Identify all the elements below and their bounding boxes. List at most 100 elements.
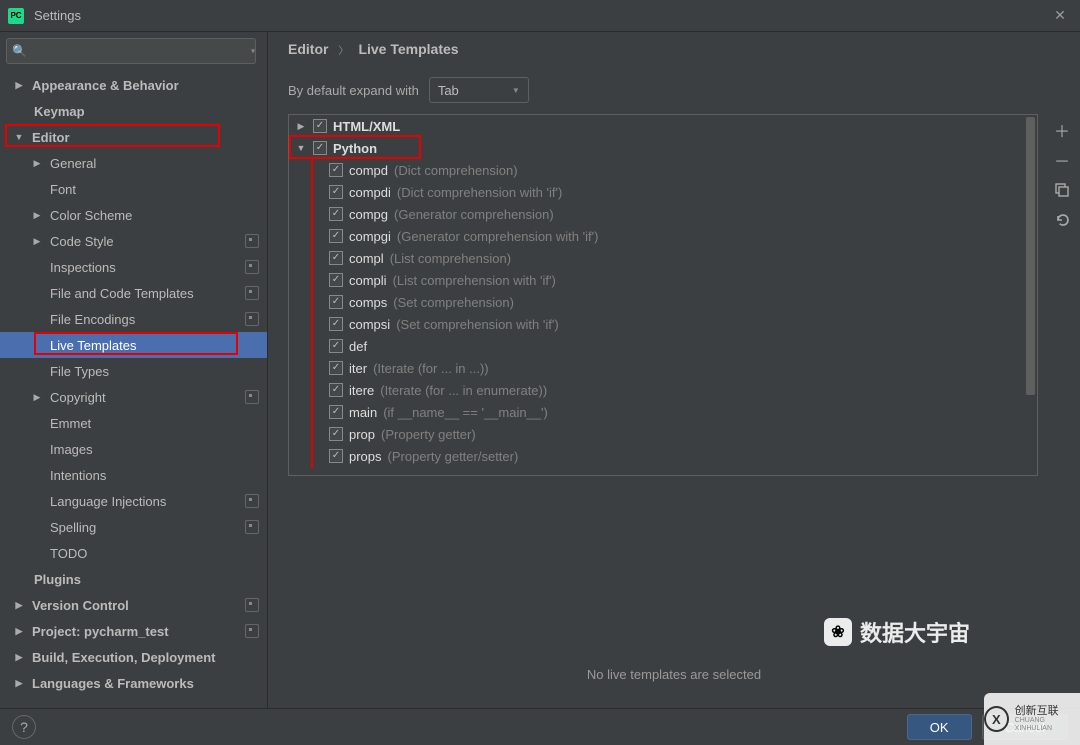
template-item-main[interactable]: main(if __name__ == '__main__') — [289, 401, 1037, 423]
tree-item-version-control[interactable]: ▶Version Control — [0, 592, 267, 618]
template-item-compli[interactable]: compli(List comprehension with 'if') — [289, 269, 1037, 291]
checkbox[interactable] — [329, 251, 343, 265]
checkbox[interactable] — [329, 339, 343, 353]
template-name: itere — [349, 383, 374, 398]
template-item-compgi[interactable]: compgi(Generator comprehension with 'if'… — [289, 225, 1037, 247]
expand-label: By default expand with — [288, 83, 419, 98]
tree-item-build-execution-deployment[interactable]: ▶Build, Execution, Deployment — [0, 644, 267, 670]
template-desc: (Dict comprehension) — [394, 163, 518, 178]
expand-arrow-icon: ▼ — [12, 132, 26, 142]
expand-arrow-icon: ▶ — [295, 121, 307, 132]
template-item-compg[interactable]: compg(Generator comprehension) — [289, 203, 1037, 225]
tree-item-file-and-code-templates[interactable]: File and Code Templates — [0, 280, 267, 306]
tree-item-todo[interactable]: TODO — [0, 540, 267, 566]
checkbox[interactable] — [329, 163, 343, 177]
checkbox[interactable] — [329, 361, 343, 375]
sidebar: 🔍 ▾ ▶Appearance & BehaviorKeymap▼Editor▶… — [0, 32, 268, 708]
template-name: compd — [349, 163, 388, 178]
template-desc: (Generator comprehension) — [394, 207, 554, 222]
tree-item-intentions[interactable]: Intentions — [0, 462, 267, 488]
template-item-compl[interactable]: compl(List comprehension) — [289, 247, 1037, 269]
template-name: props — [349, 449, 382, 464]
tree-item-spelling[interactable]: Spelling — [0, 514, 267, 540]
checkbox[interactable] — [329, 207, 343, 221]
template-group-html-xml[interactable]: ▶HTML/XML — [289, 115, 1037, 137]
settings-tree[interactable]: ▶Appearance & Behavior Keymap ▼ Editor ▶Gene… — [0, 70, 267, 708]
expand-arrow-icon: ▶ — [30, 158, 44, 169]
chevron-down-icon[interactable]: ▾ — [251, 47, 255, 56]
tree-item-plugins[interactable]: Plugins — [0, 566, 267, 592]
template-group-python[interactable]: ▼Python — [289, 137, 1037, 159]
tree-item-file-types[interactable]: File Types — [0, 358, 267, 384]
template-item-iter[interactable]: iter(Iterate (for ... in ...)) — [289, 357, 1037, 379]
template-item-compsi[interactable]: compsi(Set comprehension with 'if') — [289, 313, 1037, 335]
revert-button[interactable] — [1050, 208, 1074, 232]
tree-item-font[interactable]: Font — [0, 176, 267, 202]
project-badge-icon — [245, 286, 259, 300]
tree-item-code-style[interactable]: ▶Code Style — [0, 228, 267, 254]
template-item-compdi[interactable]: compdi(Dict comprehension with 'if') — [289, 181, 1037, 203]
project-badge-icon — [245, 260, 259, 274]
checkbox[interactable] — [313, 141, 327, 155]
checkbox[interactable] — [329, 295, 343, 309]
tree-item-label: TODO — [50, 546, 259, 561]
tree-item-label: Build, Execution, Deployment — [32, 650, 259, 665]
tree-item-inspections[interactable]: Inspections — [0, 254, 267, 280]
tree-item-label: Inspections — [50, 260, 245, 275]
tree-item-live-templates[interactable]: Live Templates — [0, 332, 267, 358]
checkbox[interactable] — [329, 405, 343, 419]
window-title: Settings — [34, 8, 81, 23]
template-item-props[interactable]: props (Property getter/setter) — [289, 445, 1037, 467]
expand-combo[interactable]: Tab ▼ — [429, 77, 529, 103]
checkbox[interactable] — [329, 185, 343, 199]
tree-item-emmet[interactable]: Emmet — [0, 410, 267, 436]
checkbox[interactable] — [329, 383, 343, 397]
tree-item-appearance-behavior[interactable]: ▶Appearance & Behavior — [0, 72, 267, 98]
tree-item-file-encodings[interactable]: File Encodings — [0, 306, 267, 332]
tree-item-label: Editor — [32, 130, 259, 145]
tree-item-label: Images — [50, 442, 259, 457]
add-button[interactable]: ＋ — [1050, 118, 1074, 142]
template-name: compli — [349, 273, 387, 288]
template-item-def[interactable]: def — [289, 335, 1037, 357]
template-item-prop[interactable]: prop (Property getter) — [289, 423, 1037, 445]
tree-item-editor[interactable]: ▼ Editor — [0, 124, 267, 150]
template-name: compsi — [349, 317, 390, 332]
help-button[interactable]: ? — [12, 715, 36, 739]
checkbox[interactable] — [313, 119, 327, 133]
tree-item-color-scheme[interactable]: ▶Color Scheme — [0, 202, 267, 228]
breadcrumb: Editor 〉 Live Templates — [268, 32, 1080, 66]
tree-item-language-injections[interactable]: Language Injections — [0, 488, 267, 514]
search-input[interactable] — [6, 38, 256, 64]
checkbox[interactable] — [329, 449, 343, 463]
ok-button[interactable]: OK — [907, 714, 972, 740]
tree-item-keymap[interactable]: Keymap — [0, 98, 267, 124]
checkbox[interactable] — [329, 317, 343, 331]
scrollbar[interactable] — [1026, 117, 1035, 473]
templates-tree[interactable]: ▶HTML/XML▼Python compd (Dict comprehension… — [289, 115, 1037, 475]
tree-item-languages-frameworks[interactable]: ▶Languages & Frameworks — [0, 670, 267, 696]
tree-item-general[interactable]: ▶General — [0, 150, 267, 176]
template-name: prop — [349, 427, 375, 442]
template-item-itere[interactable]: itere(Iterate (for ... in enumerate)) — [289, 379, 1037, 401]
expand-arrow-icon: ▼ — [295, 143, 307, 153]
tree-item-project-pycharm-test[interactable]: ▶Project: pycharm_test — [0, 618, 267, 644]
tree-item-label: Keymap — [34, 104, 259, 119]
template-item-comps[interactable]: comps(Set comprehension) — [289, 291, 1037, 313]
template-desc: (Property getter) — [381, 427, 476, 442]
checkbox[interactable] — [329, 273, 343, 287]
main-panel: Editor 〉 Live Templates By default expan… — [268, 32, 1080, 708]
template-desc: (Property getter/setter) — [388, 449, 519, 464]
chevron-right-icon: 〉 — [338, 42, 348, 57]
remove-button[interactable]: － — [1050, 148, 1074, 172]
checkbox[interactable] — [329, 427, 343, 441]
tree-item-copyright[interactable]: ▶Copyright — [0, 384, 267, 410]
copy-button[interactable] — [1050, 178, 1074, 202]
tree-item-label: Language Injections — [50, 494, 245, 509]
tree-item-images[interactable]: Images — [0, 436, 267, 462]
expand-arrow-icon: ▶ — [30, 210, 44, 221]
template-item-compd[interactable]: compd (Dict comprehension) — [289, 159, 1037, 181]
template-desc: (if __name__ == '__main__') — [383, 405, 548, 420]
checkbox[interactable] — [329, 229, 343, 243]
close-icon[interactable]: ✕ — [1048, 4, 1072, 28]
